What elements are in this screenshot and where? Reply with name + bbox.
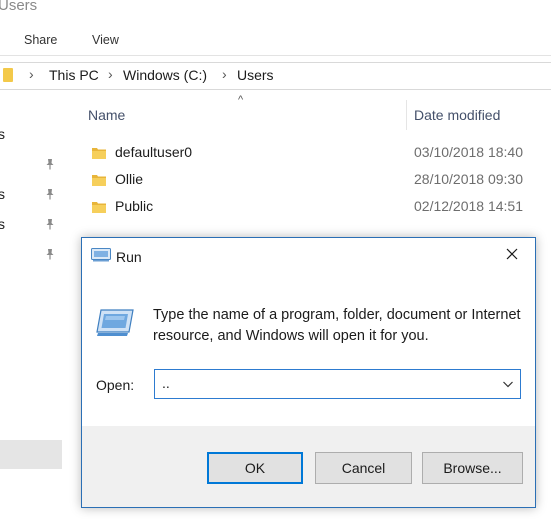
breadcrumb-windows-c[interactable]: Windows (C:) xyxy=(123,67,207,83)
open-label: Open: xyxy=(96,377,135,393)
browse-button[interactable]: Browse... xyxy=(422,452,523,484)
column-divider[interactable] xyxy=(406,100,407,130)
address-bar[interactable]: › This PC › Windows (C:) › Users xyxy=(0,62,551,90)
folder-icon xyxy=(92,175,106,186)
ribbon-divider xyxy=(0,55,551,56)
chevron-right-icon[interactable]: › xyxy=(29,66,34,82)
nav-item[interactable]: s xyxy=(0,126,5,142)
file-date: 03/10/2018 18:40 xyxy=(414,144,523,160)
dialog-footer: OK Cancel Browse... xyxy=(82,426,535,507)
file-name: defaultuser0 xyxy=(115,144,193,160)
dialog-description: Type the name of a program, folder, docu… xyxy=(153,307,521,344)
folder-icon xyxy=(3,68,13,82)
folder-icon xyxy=(92,148,106,159)
file-name: Ollie xyxy=(115,171,144,187)
folder-icon xyxy=(92,202,106,213)
column-header-date-modified[interactable]: Date modified xyxy=(414,107,500,123)
ribbon-tab-view[interactable]: View xyxy=(92,33,119,47)
open-input[interactable]: .. xyxy=(162,375,170,391)
open-combobox[interactable]: .. xyxy=(154,369,521,399)
navigation-pane: s s s xyxy=(0,90,66,519)
nav-item[interactable]: s xyxy=(0,186,5,202)
nav-item-selected[interactable] xyxy=(0,440,62,469)
cancel-button[interactable]: Cancel xyxy=(315,452,412,484)
breadcrumb-users[interactable]: Users xyxy=(237,67,274,83)
list-item[interactable]: defaultuser0 03/10/2018 18:40 xyxy=(88,142,551,166)
screen: Users Share View › This PC › Windows (C:… xyxy=(0,0,551,519)
close-button[interactable] xyxy=(489,238,535,270)
run-icon xyxy=(91,248,111,262)
list-item[interactable]: Public 02/12/2018 14:51 xyxy=(88,196,551,220)
pin-icon[interactable] xyxy=(44,188,56,200)
list-item[interactable]: Ollie 28/10/2018 09:30 xyxy=(88,169,551,193)
chevron-down-icon[interactable] xyxy=(502,378,514,390)
ribbon-tab-share[interactable]: Share xyxy=(24,33,57,47)
pin-icon[interactable] xyxy=(44,218,56,230)
dialog-title: Run xyxy=(116,249,142,265)
chevron-right-icon[interactable]: › xyxy=(222,66,227,82)
nav-item[interactable]: s xyxy=(0,216,5,232)
file-date: 02/12/2018 14:51 xyxy=(414,198,523,214)
pin-icon[interactable] xyxy=(44,158,56,170)
chevron-right-icon[interactable]: › xyxy=(108,66,113,82)
file-name: Public xyxy=(115,198,154,214)
pin-icon[interactable] xyxy=(44,248,56,260)
column-header-name[interactable]: Name xyxy=(88,107,125,123)
window-title: Users xyxy=(0,0,38,14)
run-dialog: Run Type the name of a program, folder, … xyxy=(81,237,536,508)
breadcrumb-this-pc[interactable]: This PC xyxy=(49,67,99,83)
close-icon xyxy=(506,248,518,260)
caret-up-icon: ^ xyxy=(238,94,244,106)
file-date: 28/10/2018 09:30 xyxy=(414,171,523,187)
run-icon xyxy=(96,309,134,336)
ok-button[interactable]: OK xyxy=(207,452,303,484)
